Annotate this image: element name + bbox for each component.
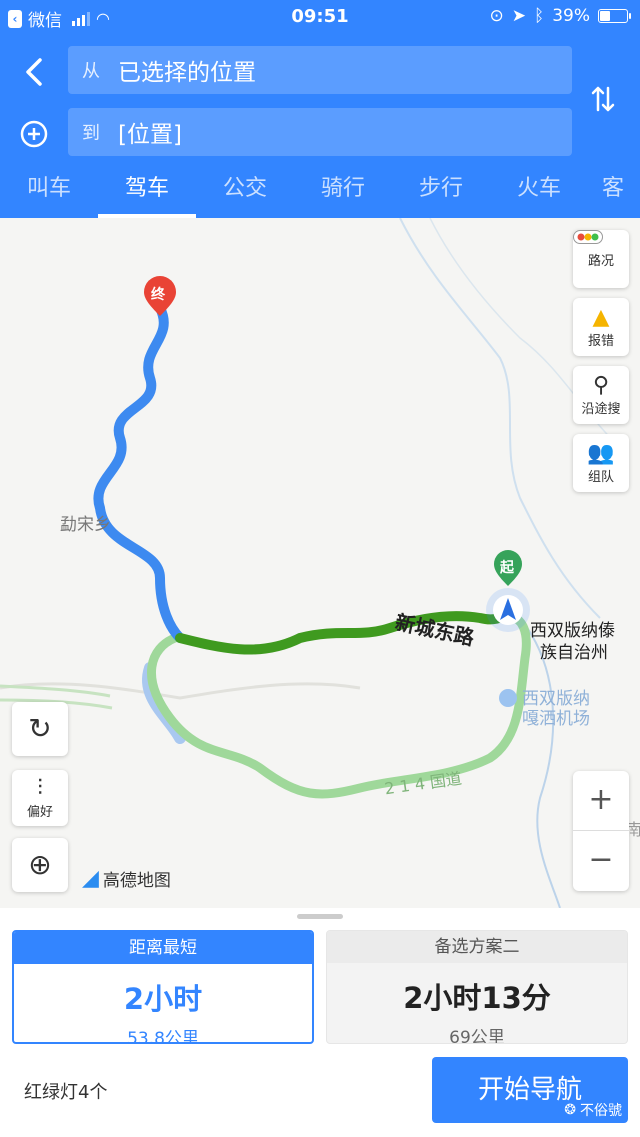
airport-icon bbox=[499, 689, 517, 707]
sliders-icon: ⫶ bbox=[37, 775, 43, 801]
refresh-button[interactable]: ↻ bbox=[12, 702, 68, 756]
team-icon: 👥 bbox=[587, 440, 615, 466]
amap-logo-icon: ◢ bbox=[82, 866, 99, 891]
battery-icon bbox=[598, 9, 631, 23]
zoom-in-button[interactable]: + bbox=[573, 771, 629, 831]
report-error-button[interactable]: ▲ 报错 bbox=[573, 298, 629, 356]
team-button[interactable]: 👥 组队 bbox=[573, 434, 629, 492]
refresh-icon: ↻ bbox=[28, 712, 52, 745]
origin-value: 已选择的位置 bbox=[118, 60, 256, 86]
zoom-out-button[interactable]: − bbox=[573, 831, 629, 891]
drag-handle[interactable] bbox=[297, 914, 343, 919]
back-icon[interactable] bbox=[14, 52, 54, 92]
locate-icon: ⊕ bbox=[28, 848, 52, 881]
battery-percent: 39% bbox=[552, 6, 590, 26]
end-marker-label: 终 bbox=[151, 287, 165, 303]
tab-bus[interactable]: 公交 bbox=[196, 166, 294, 218]
prefecture-label-2: 族自治州 bbox=[540, 643, 608, 663]
tab-drive[interactable]: 驾车 bbox=[98, 166, 196, 218]
swap-icon[interactable] bbox=[586, 84, 620, 118]
tab-walk[interactable]: 步行 bbox=[392, 166, 490, 218]
destination-prefix: 到 bbox=[82, 123, 100, 144]
destination-value: [位置] bbox=[118, 122, 182, 148]
route-option-1-distance: 53.8公里 bbox=[127, 1029, 199, 1044]
warning-icon: ▲ bbox=[592, 304, 610, 330]
map-canvas bbox=[0, 218, 621, 908]
airport-label-2: 嘎洒机场 bbox=[522, 709, 590, 729]
watermark-icon: ❂ bbox=[564, 1102, 576, 1118]
preference-label: 偏好 bbox=[26, 804, 53, 820]
traffic-lights-count: 红绿灯4个 bbox=[24, 1082, 108, 1103]
origin-prefix: 从 bbox=[82, 61, 100, 82]
route-option-2-distance: 69公里 bbox=[449, 1028, 505, 1044]
traffic-label: 路况 bbox=[587, 253, 614, 269]
route-option-2[interactable]: 备选方案二 2小时13分 69公里 bbox=[326, 930, 628, 1044]
search-icon: ⚲ bbox=[592, 372, 610, 398]
watermark-text: 不俗號 bbox=[580, 1103, 622, 1119]
route-option-2-duration: 2小时13分 bbox=[403, 981, 551, 1015]
map-view[interactable]: 终 起 勐宋乡 新城东路 西双版纳傣 族自治州 西双版纳 嘎洒机场 2 1 4 … bbox=[0, 218, 640, 908]
locate-button[interactable]: ⊕ bbox=[12, 838, 68, 892]
map-logo: ◢ 高德地图 bbox=[82, 866, 171, 891]
start-marker-label: 起 bbox=[500, 560, 514, 576]
tab-bike[interactable]: 骑行 bbox=[294, 166, 392, 218]
traffic-button[interactable]: 路况 bbox=[573, 230, 629, 288]
search-along-button[interactable]: ⚲ 沿途搜 bbox=[573, 366, 629, 424]
route-option-1-label: 距离最短 bbox=[14, 932, 312, 964]
destination-field[interactable]: 到 [位置] bbox=[68, 108, 572, 156]
location-arrow-icon: ➤ bbox=[511, 6, 526, 26]
current-location-icon bbox=[486, 588, 530, 632]
tab-coach[interactable]: 客 bbox=[588, 166, 638, 218]
township-label: 勐宋乡 bbox=[60, 515, 111, 535]
origin-field[interactable]: 从 已选择的位置 bbox=[68, 46, 572, 94]
route-option-2-label: 备选方案二 bbox=[327, 931, 627, 963]
search-along-label: 沿途搜 bbox=[581, 401, 621, 417]
mode-tabs: 叫车 驾车 公交 骑行 步行 火车 客 bbox=[0, 166, 640, 218]
report-label: 报错 bbox=[587, 333, 614, 349]
map-logo-text: 高德地图 bbox=[102, 871, 171, 891]
route-option-1[interactable]: 距离最短 2小时 53.8公里 bbox=[12, 930, 314, 1044]
watermark: ❂ 不俗號 bbox=[564, 1100, 622, 1120]
tab-train[interactable]: 火车 bbox=[490, 166, 588, 218]
team-label: 组队 bbox=[587, 469, 614, 485]
zoom-control: + − bbox=[573, 771, 629, 891]
route-option-1-duration: 2小时 bbox=[123, 982, 203, 1016]
lock-rotation-icon: ⊙ bbox=[489, 6, 504, 26]
preference-button[interactable]: ⫶ 偏好 bbox=[12, 770, 68, 826]
add-waypoint-icon[interactable] bbox=[14, 114, 54, 154]
tab-taxi[interactable]: 叫车 bbox=[0, 166, 98, 218]
top-header: ‹ 微信 ◠ 09:51 ⊙ ➤ ᛒ 39% 从 已选择的位置 到 [位置] 叫… bbox=[0, 0, 640, 218]
status-bar: ‹ 微信 ◠ 09:51 ⊙ ➤ ᛒ 39% bbox=[0, 0, 640, 34]
bluetooth-icon: ᛒ bbox=[534, 6, 545, 26]
